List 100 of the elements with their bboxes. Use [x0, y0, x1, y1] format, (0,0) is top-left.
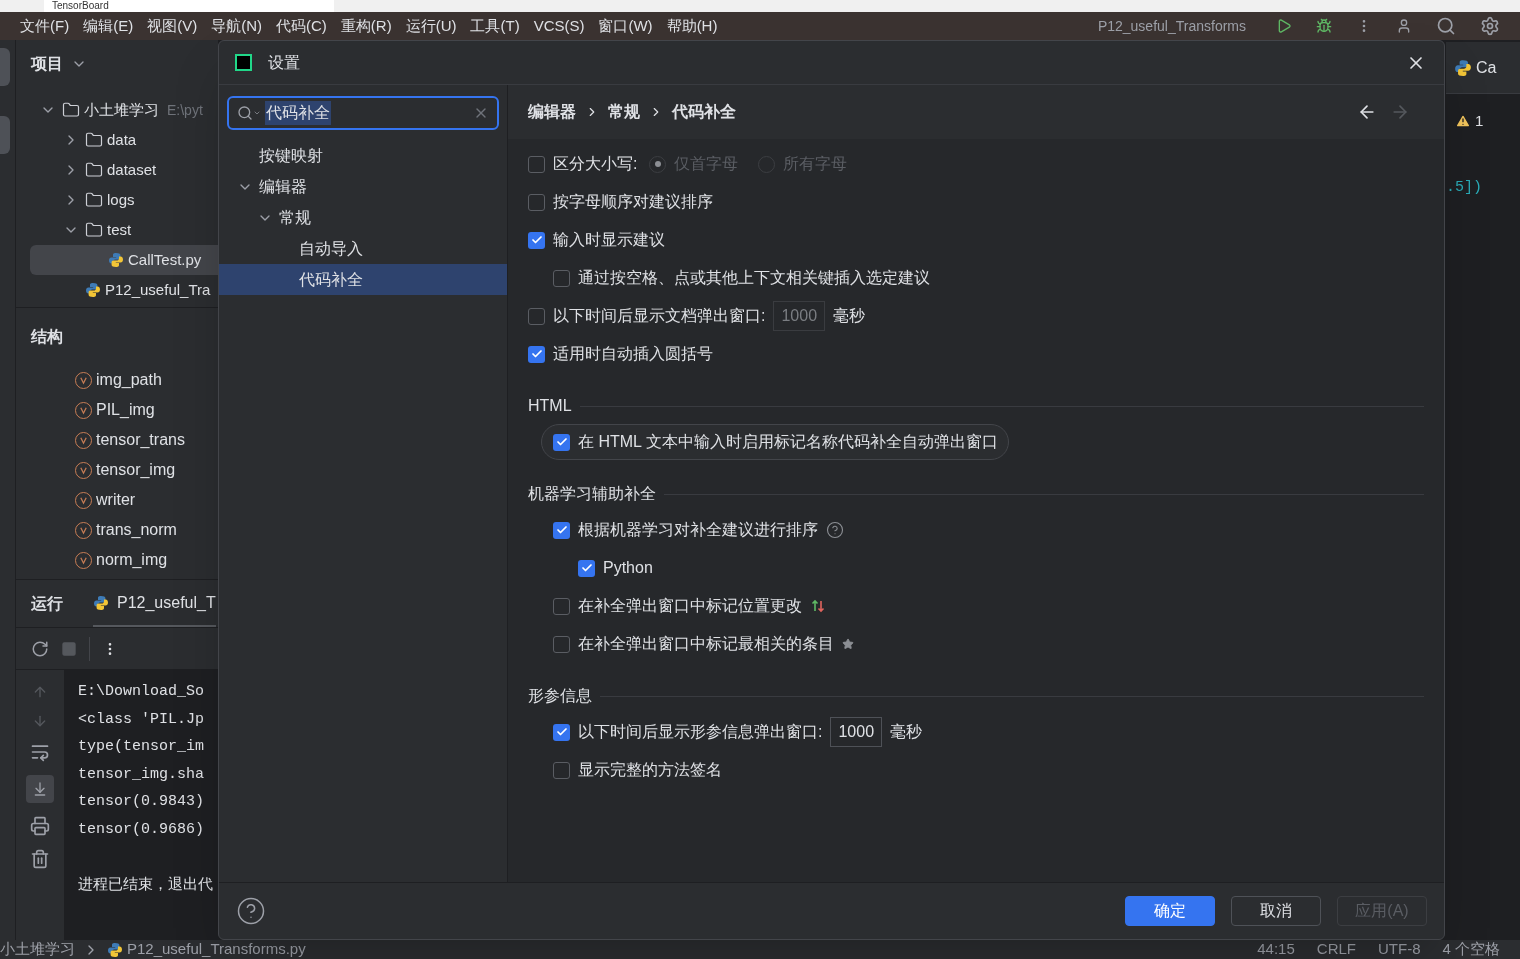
checkbox[interactable] [553, 597, 570, 615]
chevron-down-icon[interactable] [253, 109, 261, 117]
trash-icon[interactable] [30, 849, 50, 869]
console-line: tensor_img.sha [77, 764, 206, 785]
menu-item[interactable]: 代码(C) [276, 14, 327, 38]
tree-item-label: 小土堆学习 [84, 99, 159, 120]
settings-nav-item[interactable]: 代码补全 [219, 264, 507, 295]
user-icon[interactable] [1396, 18, 1412, 34]
editor-tab[interactable]: Ca [1476, 55, 1497, 80]
tree-item[interactable]: CallTest.py [30, 245, 218, 275]
check-icon [530, 234, 543, 246]
browser-tab[interactable]: TensorBoard [44, 0, 334, 12]
run-icon[interactable] [1276, 18, 1292, 34]
bug-icon[interactable] [1316, 18, 1332, 34]
search-field[interactable]: 代码补全 [227, 96, 499, 130]
checkbox[interactable] [578, 559, 595, 577]
structure-item[interactable]: PIL_img [96, 398, 155, 422]
settings-nav-item[interactable]: 常规 [219, 202, 507, 233]
dialog-button[interactable]: 确定 [1125, 896, 1215, 926]
tree-item[interactable]: data [30, 125, 218, 155]
menu-item[interactable]: 运行(U) [405, 14, 457, 38]
scroll-to-end-icon [32, 781, 48, 797]
folder-icon [85, 161, 103, 179]
breadcrumb-item[interactable]: 常规 [608, 100, 640, 124]
tree-item[interactable]: logs [30, 185, 218, 215]
tree-item[interactable]: test [30, 215, 218, 245]
settings-icon[interactable] [1480, 16, 1500, 36]
tree-item[interactable]: 小土堆学习 E:\pyt [30, 95, 218, 125]
check-icon [530, 348, 543, 360]
help-icon[interactable] [826, 521, 844, 539]
tree-item[interactable]: P12_useful_Tra [30, 275, 218, 305]
menu-item[interactable]: 导航(N) [211, 14, 262, 38]
soft-wrap-icon[interactable] [30, 742, 50, 762]
warning-count[interactable]: 1 [1475, 110, 1484, 133]
search-icon[interactable] [1436, 16, 1456, 36]
help-icon[interactable] [236, 896, 266, 926]
radio-label: 所有字母 [783, 154, 848, 174]
checkbox[interactable] [553, 635, 570, 653]
structure-item[interactable]: tensor_img [96, 458, 176, 482]
app-logo-icon [235, 54, 252, 71]
structure-item[interactable]: img_path [96, 368, 162, 392]
checkbox[interactable] [553, 521, 570, 539]
delay-field[interactable]: 1000 [830, 717, 883, 747]
menu-item[interactable]: 窗口(W) [598, 14, 653, 38]
warning-icon[interactable] [1455, 113, 1471, 130]
tree-item-label: P12_useful_Tra [105, 279, 211, 300]
nav-label: 编辑器 [259, 176, 307, 197]
file-encoding[interactable]: UTF-8 [1378, 938, 1421, 959]
option-label: 在 HTML 文本中输入时启用标记名称代码补全自动弹出窗口 [578, 432, 998, 452]
section-title: 形参信息 [528, 686, 592, 706]
checkbox[interactable] [528, 193, 545, 211]
structure-item[interactable]: writer [96, 488, 136, 512]
unit-label: 毫秒 [833, 306, 866, 326]
tree-item[interactable]: dataset [30, 155, 218, 185]
scroll-to-end-button[interactable] [26, 775, 54, 803]
checkbox[interactable] [528, 307, 545, 325]
settings-nav-item[interactable]: 自动导入 [219, 233, 507, 264]
tree-item-label: logs [107, 189, 135, 210]
console-line: tensor(0.9843) [77, 792, 206, 812]
menu-item[interactable]: 工具(T) [470, 14, 520, 38]
checkbox[interactable] [553, 269, 570, 287]
checkbox[interactable] [553, 723, 570, 741]
menu-item[interactable]: 重构(R) [340, 14, 392, 38]
rerun-icon[interactable] [31, 639, 49, 658]
breadcrumb-item[interactable]: 编辑器 [528, 100, 576, 124]
checkbox[interactable] [553, 433, 570, 451]
status-breadcrumb[interactable]: P12_useful_Transforms.py [127, 938, 306, 959]
menu-item[interactable]: 文件(F) [20, 14, 70, 38]
structure-item[interactable]: tensor_trans [96, 428, 185, 452]
run-tab[interactable]: P12_useful_T [93, 580, 216, 627]
panel-title[interactable]: 项目 [31, 52, 63, 76]
structure-item[interactable]: norm_img [96, 548, 168, 572]
structure-item[interactable]: trans_norm [96, 518, 177, 542]
checkbox[interactable] [553, 761, 570, 779]
cursor-position[interactable]: 44:15 [1257, 938, 1295, 959]
tree-item-label: CallTest.py [128, 249, 202, 270]
nav-label: 常规 [279, 207, 311, 228]
line-ending[interactable]: CRLF [1316, 938, 1356, 959]
up-down-arrows-icon [810, 598, 826, 614]
dialog-button[interactable]: 取消 [1231, 896, 1321, 926]
print-icon[interactable] [30, 816, 50, 836]
tree-item-path: E:\pyt [167, 100, 203, 120]
breadcrumb-item[interactable]: 代码补全 [672, 100, 736, 124]
option-label: 区分大小写: [553, 154, 638, 174]
menu-item[interactable]: 编辑(E) [83, 14, 134, 38]
settings-nav-item[interactable]: 编辑器 [219, 171, 507, 202]
menu-item[interactable]: 视图(V) [147, 14, 198, 38]
menu-item[interactable]: 帮助(H) [666, 14, 718, 38]
option-label: 通过按空格、点或其他上下文相关键插入选定建议 [578, 268, 930, 288]
status-breadcrumb[interactable]: 小土堆学习 [0, 938, 75, 959]
tree-item-label: dataset [107, 159, 157, 180]
run-tab-label: P12_useful_T [117, 592, 216, 613]
indent-setting[interactable]: 4 个空格 [1442, 938, 1500, 959]
run-configuration[interactable]: P12_useful_Transforms [1097, 15, 1246, 37]
checkbox[interactable] [528, 155, 545, 173]
settings-nav-item[interactable]: 按键映射 [219, 140, 507, 171]
checkbox[interactable] [528, 345, 545, 363]
delay-field[interactable]: 1000 [773, 301, 826, 331]
checkbox[interactable] [528, 231, 545, 249]
menu-item[interactable]: VCS(S) [533, 14, 585, 38]
